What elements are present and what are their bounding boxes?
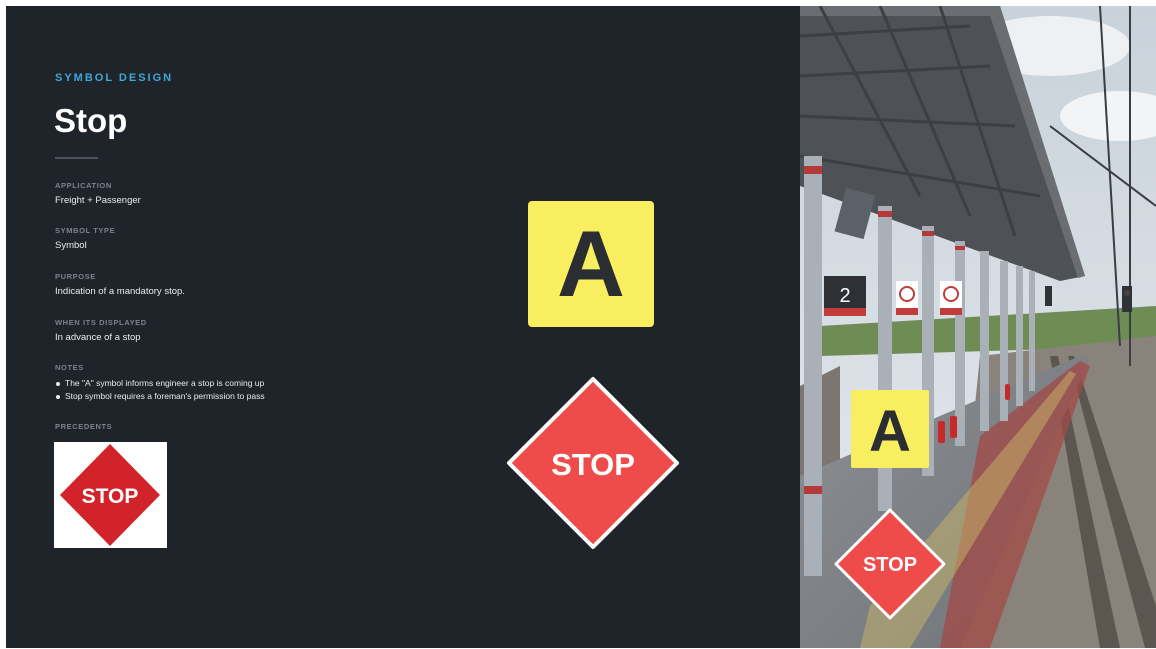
notes-list: The "A" symbol informs engineer a stop i… (55, 377, 265, 403)
field-label: NOTES (55, 363, 84, 372)
page-title: Stop (54, 102, 128, 139)
field-value: In advance of a stop (55, 332, 141, 343)
field-label: APPLICATION (55, 181, 112, 190)
field-notes: NOTES The "A" symbol informs engineer a … (55, 363, 265, 403)
field-value: Indication of a mandatory stop. (55, 286, 185, 297)
field-application: APPLICATION Freight + Passenger (55, 181, 141, 207)
note-item: Stop symbol requires a foreman's permiss… (55, 390, 265, 403)
field-when-displayed: WHEN ITS DISPLAYED In advance of a stop (55, 318, 147, 344)
platform-photo: 2 A STOP (800, 6, 1156, 648)
field-value: Freight + Passenger (55, 195, 141, 206)
field-label: WHEN ITS DISPLAYED (55, 318, 147, 327)
a-symbol-letter: A (557, 211, 625, 316)
field-symbol-type: SYMBOL TYPE Symbol (55, 226, 115, 252)
platform-number: 2 (839, 285, 850, 307)
field-purpose: PURPOSE Indication of a mandatory stop. (55, 272, 185, 298)
field-precedents: PRECEDENTS (55, 422, 112, 432)
title-divider (55, 157, 98, 159)
precedent-stop-text: STOP (82, 485, 139, 508)
precedent-stop-sign: STOP (60, 444, 160, 546)
stop-symbol-text: STOP (551, 447, 635, 482)
a-symbol-sign: A (528, 201, 654, 327)
photo-stop-sign-text: STOP (863, 554, 917, 576)
field-label: SYMBOL TYPE (55, 226, 116, 235)
precedent-image: STOP (54, 442, 167, 548)
field-value: Symbol (55, 240, 87, 251)
field-label: PURPOSE (55, 272, 96, 281)
photo-a-sign-letter: A (869, 399, 911, 464)
field-label: PRECEDENTS (55, 422, 113, 431)
section-eyebrow: SYMBOL DESIGN (55, 72, 174, 84)
slide: SYMBOL DESIGN Stop APPLICATION Freight +… (6, 6, 1156, 648)
stop-symbol-sign: STOP (507, 377, 679, 549)
platform-scene: 2 A STOP (800, 6, 1156, 648)
note-item: The "A" symbol informs engineer a stop i… (55, 377, 265, 390)
